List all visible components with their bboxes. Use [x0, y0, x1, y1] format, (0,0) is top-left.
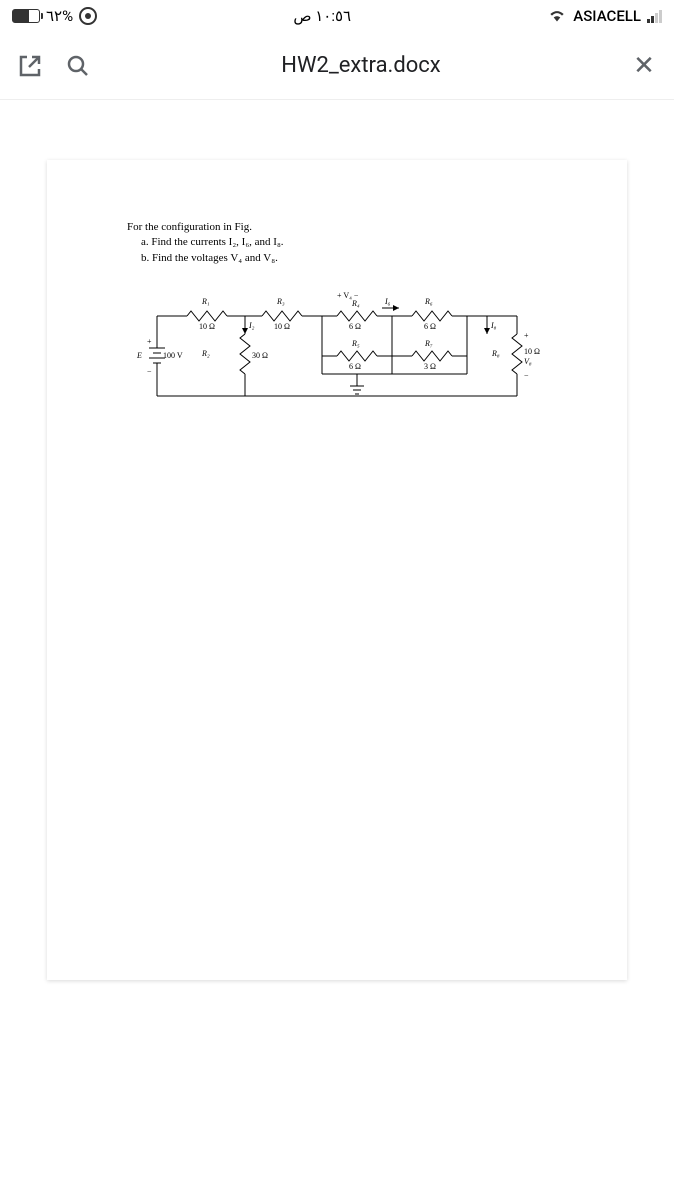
search-icon[interactable]: [64, 52, 92, 80]
source-e-label: E: [136, 351, 142, 360]
svg-text:+: +: [147, 337, 152, 346]
problem-intro: For the configuration in Fig.: [127, 220, 547, 235]
r2-value: 30 Ω: [252, 351, 268, 360]
status-time: ١٠:٥٦ ص: [293, 7, 351, 25]
signal-icon: [647, 9, 662, 23]
r3-label: R₃: [276, 297, 285, 306]
r4-label: R₄: [351, 299, 360, 308]
r5-label: R₅: [351, 339, 360, 348]
r3-value: 10 Ω: [274, 322, 290, 331]
document-page: For the configuration in Fig. a. Find th…: [47, 160, 627, 980]
r7-value: 3 Ω: [424, 362, 436, 371]
i2-label: I₂: [248, 321, 255, 330]
r5-value: 6 Ω: [349, 362, 361, 371]
problem-part-a: a. Find the currents I₂, I₆, and I₈.: [127, 235, 547, 250]
document-viewport[interactable]: For the configuration in Fig. a. Find th…: [0, 100, 674, 1040]
status-bar: ٦٢% ١٠:٥٦ ص ASIACELL: [0, 0, 674, 32]
location-target-icon: [79, 7, 97, 25]
r1-value: 10 Ω: [199, 322, 215, 331]
wifi-icon: [547, 6, 567, 26]
source-e-value: 100 V: [163, 351, 183, 360]
r8-value: 10 Ω: [524, 347, 540, 356]
battery-icon: [12, 9, 40, 23]
r2-label: R₂: [201, 349, 210, 358]
document-title: HW2_extra.docx: [112, 53, 610, 78]
i8-label: I₈: [490, 321, 497, 330]
r1-label: R₁: [201, 297, 210, 306]
problem-text: For the configuration in Fig. a. Find th…: [127, 220, 547, 266]
r8-label: R₈: [491, 349, 500, 358]
r7-label: R₇: [424, 339, 433, 348]
circuit-diagram: R₁ 10 Ω I₂ R₃ 10 Ω + V₄ − R₄ 6 Ω: [127, 286, 547, 426]
svg-text:−: −: [147, 367, 152, 376]
open-external-icon[interactable]: [16, 52, 44, 80]
v8-label: V₈: [524, 357, 532, 366]
problem-part-b: b. Find the voltages V₄ and V₈.: [127, 251, 547, 266]
svg-text:+: +: [524, 331, 529, 340]
r6-value: 6 Ω: [424, 322, 436, 331]
carrier-name: ASIACELL: [573, 7, 641, 25]
svg-text:−: −: [524, 371, 529, 380]
i6-label: I₆: [384, 297, 391, 306]
battery-percent: ٦٢%: [46, 7, 73, 25]
app-bar: HW2_extra.docx ✕: [0, 32, 674, 100]
r6-label: R₆: [424, 297, 433, 306]
close-icon[interactable]: ✕: [630, 51, 658, 81]
r4-value: 6 Ω: [349, 322, 361, 331]
